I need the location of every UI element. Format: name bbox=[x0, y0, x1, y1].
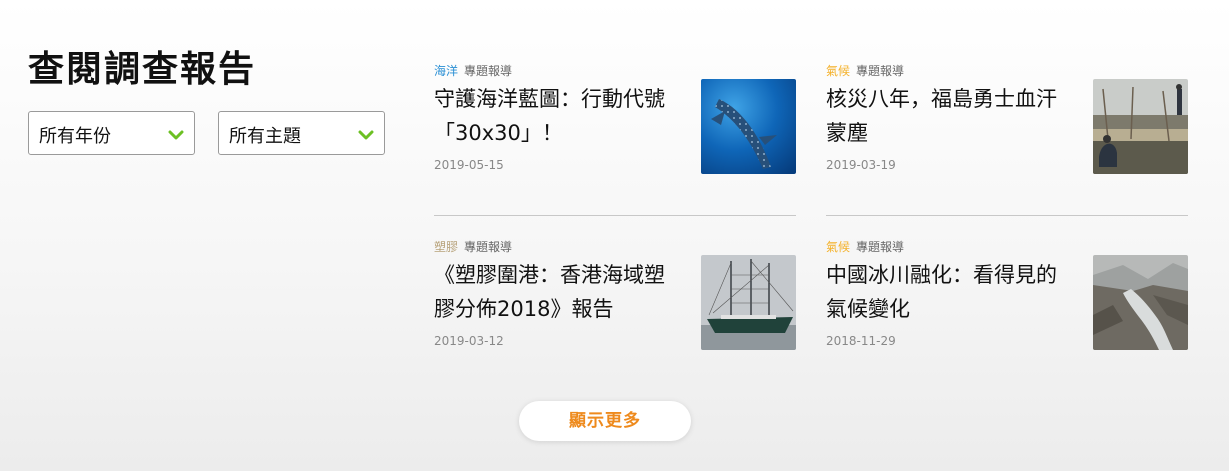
article-title[interactable]: 《塑膠圍港：香港海域塑膠分佈2018》報告 bbox=[434, 258, 684, 326]
article-title[interactable]: 中國冰川融化：看得見的氣候變化 bbox=[826, 258, 1076, 326]
year-filter-value: 所有年份 bbox=[39, 126, 111, 147]
article-thumbnail[interactable] bbox=[701, 255, 796, 350]
whale-shark-image bbox=[701, 79, 796, 174]
article-meta: 海洋 專題報導 bbox=[434, 62, 512, 79]
article-date: 2018-11-29 bbox=[826, 334, 896, 348]
article-card: 氣候 專題報導 核災八年，福島勇士血汗蒙塵 2019-03-19 bbox=[826, 62, 1188, 182]
article-thumbnail[interactable] bbox=[701, 79, 796, 174]
article-tag[interactable]: 氣候 bbox=[826, 240, 850, 254]
article-date: 2019-03-19 bbox=[826, 158, 896, 172]
article-thumbnail[interactable] bbox=[1093, 79, 1188, 174]
glacier-valley-image bbox=[1093, 255, 1188, 350]
article-thumbnail[interactable] bbox=[1093, 255, 1188, 350]
show-more-button[interactable]: 顯示更多 bbox=[519, 401, 691, 441]
article-meta: 氣候 專題報導 bbox=[826, 62, 904, 79]
year-filter-select[interactable]: 所有年份 bbox=[28, 111, 195, 155]
card-divider bbox=[434, 215, 796, 216]
article-type: 專題報導 bbox=[464, 240, 513, 254]
sailing-ship-image bbox=[701, 255, 796, 350]
article-tag[interactable]: 氣候 bbox=[826, 64, 850, 78]
fukushima-field-image bbox=[1093, 79, 1188, 174]
chevron-down-icon bbox=[358, 130, 374, 140]
article-card: 塑膠 專題報導 《塑膠圍港：香港海域塑膠分佈2018》報告 2019-03-12 bbox=[434, 238, 796, 358]
article-date: 2019-03-12 bbox=[434, 334, 504, 348]
article-date: 2019-05-15 bbox=[434, 158, 504, 172]
article-card: 海洋 專題報導 守護海洋藍圖：行動代號「30x30」！ 2019-05-15 bbox=[434, 62, 796, 182]
article-tag[interactable]: 海洋 bbox=[434, 64, 458, 78]
article-title[interactable]: 核災八年，福島勇士血汗蒙塵 bbox=[826, 82, 1076, 150]
page-title: 查閱調查報告 bbox=[28, 49, 257, 90]
article-card: 氣候 專題報導 中國冰川融化：看得見的氣候變化 2018-11-29 bbox=[826, 238, 1188, 358]
article-meta: 塑膠 專題報導 bbox=[434, 238, 512, 255]
topic-filter-value: 所有主題 bbox=[229, 126, 301, 147]
article-tag[interactable]: 塑膠 bbox=[434, 240, 458, 254]
article-type: 專題報導 bbox=[856, 240, 905, 254]
chevron-down-icon bbox=[168, 130, 184, 140]
article-type: 專題報導 bbox=[856, 64, 905, 78]
article-title[interactable]: 守護海洋藍圖：行動代號「30x30」！ bbox=[434, 82, 684, 150]
article-meta: 氣候 專題報導 bbox=[826, 238, 904, 255]
article-type: 專題報導 bbox=[464, 64, 513, 78]
show-more-label: 顯示更多 bbox=[569, 411, 641, 431]
card-divider bbox=[826, 215, 1188, 216]
topic-filter-select[interactable]: 所有主題 bbox=[218, 111, 385, 155]
